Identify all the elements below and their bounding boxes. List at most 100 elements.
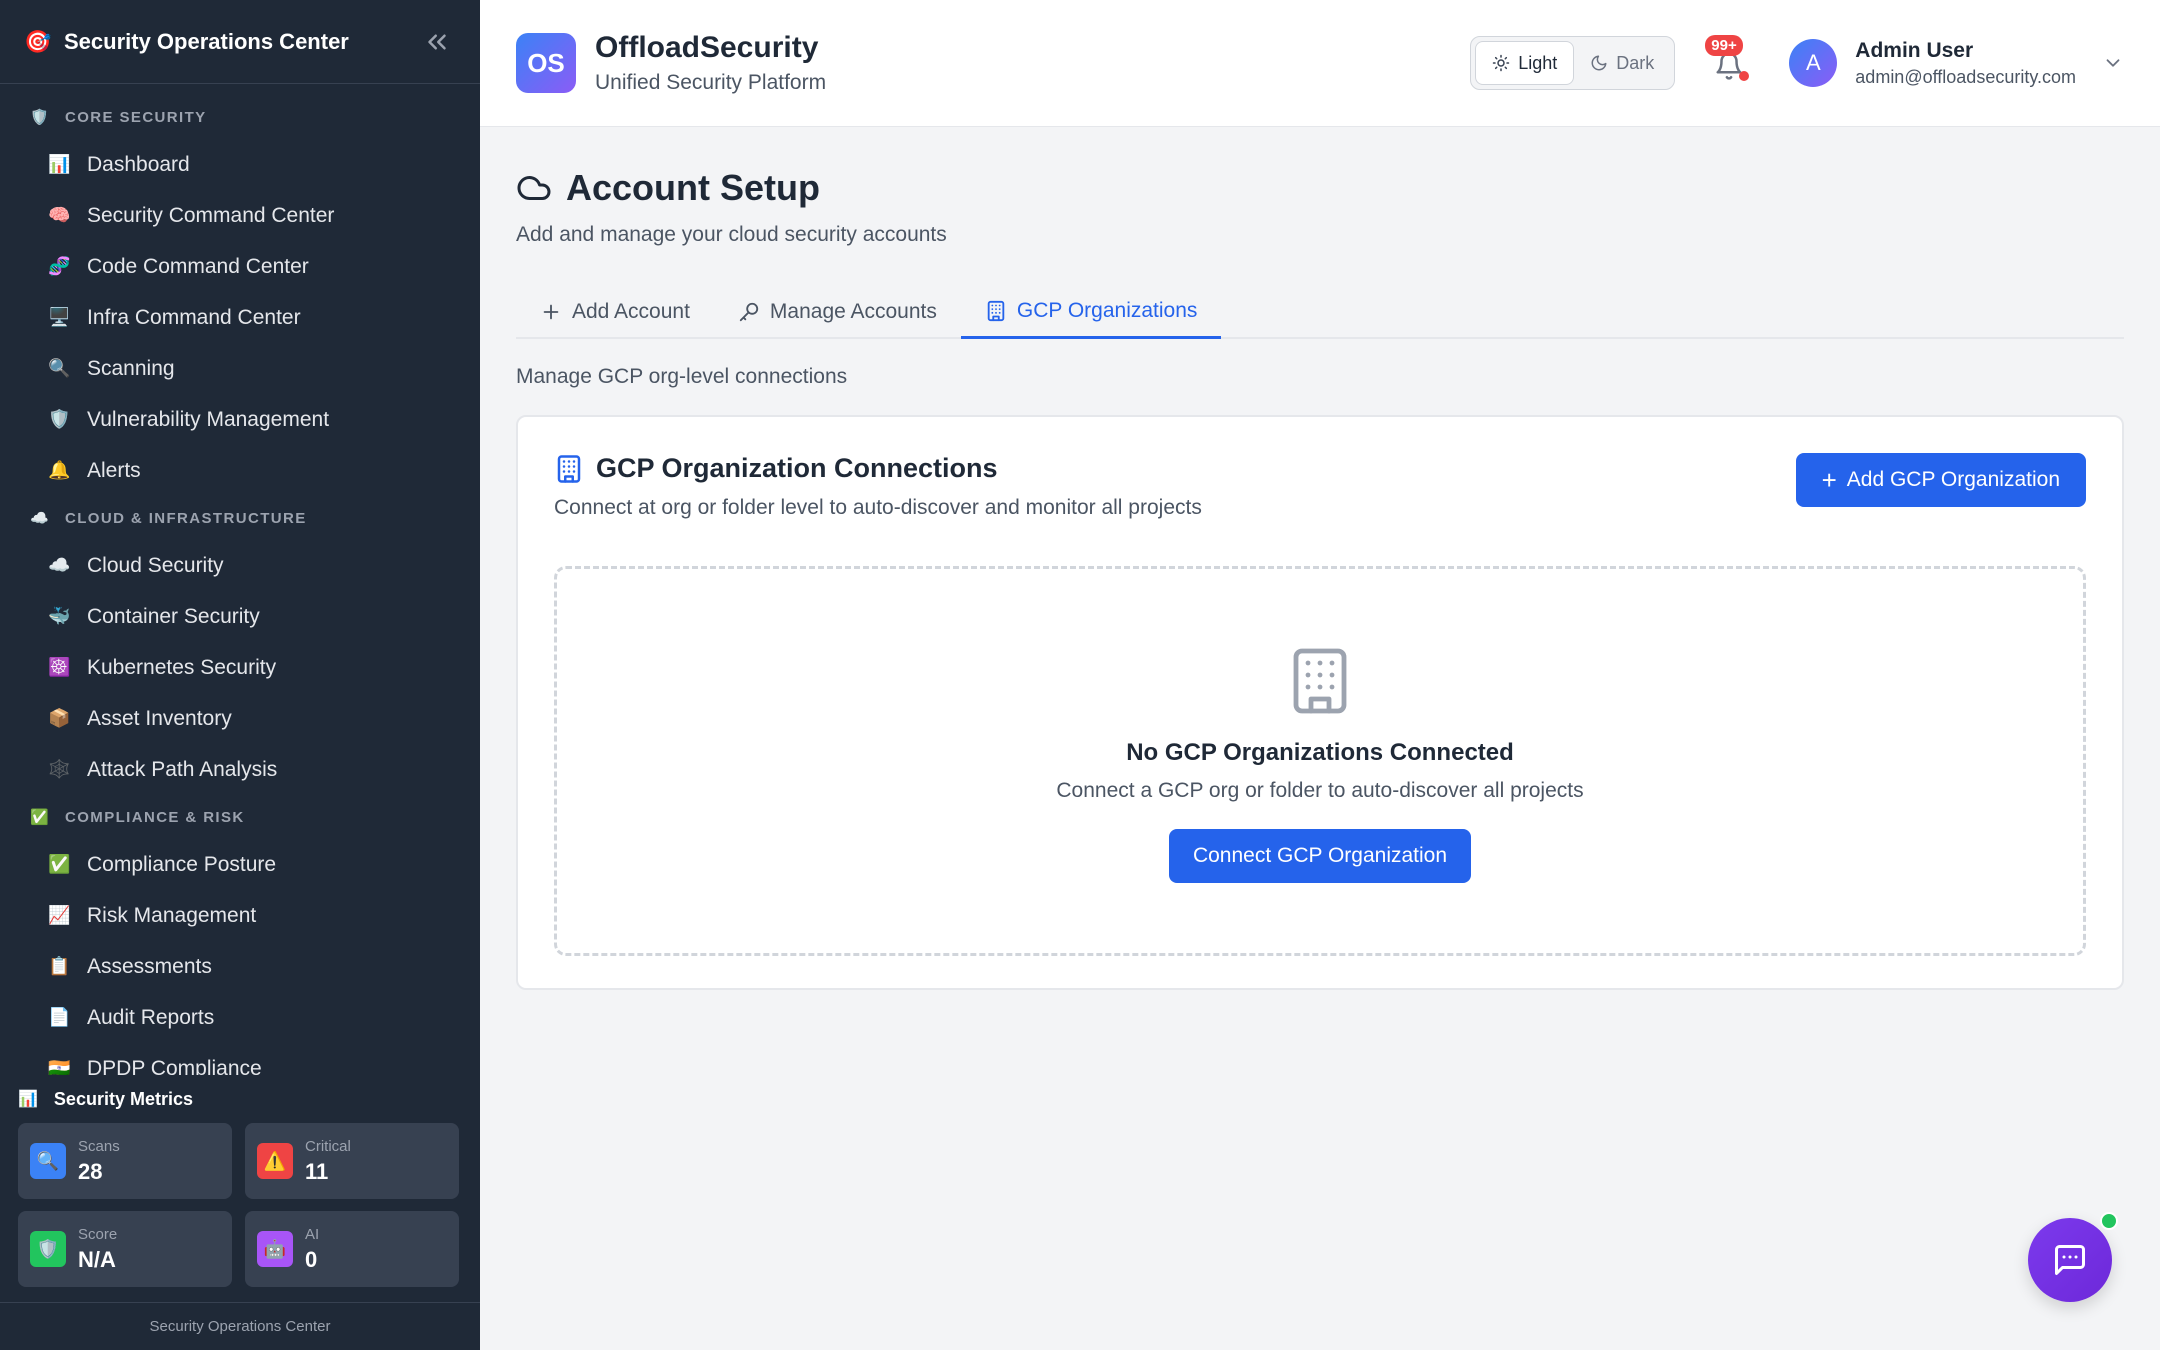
sidebar-item-compliance-posture[interactable]: ✅ Compliance Posture <box>0 839 480 890</box>
sun-icon <box>1492 54 1510 72</box>
metric-value: 0 <box>305 1246 318 1272</box>
metric-label: Score <box>78 1225 118 1243</box>
sidebar-item-infra-command-center[interactable]: 🖥️ Infra Command Center <box>0 292 480 343</box>
sidebar-header: 🎯 Security Operations Center <box>0 0 480 84</box>
tab-add-account[interactable]: Add Account <box>516 285 714 339</box>
sidebar-item-label: Assessments <box>87 954 212 978</box>
connect-gcp-organization-button[interactable]: Connect GCP Organization <box>1168 829 1472 883</box>
online-indicator <box>2100 1212 2118 1230</box>
page-title: Account Setup <box>516 167 2124 209</box>
theme-toggle: Light Dark <box>1470 36 1676 90</box>
sidebar-item-security-command-center[interactable]: 🧠 Security Command Center <box>0 190 480 241</box>
section-header: ✅ COMPLIANCE & RISK <box>0 807 480 827</box>
helm-wheel-icon: ☸️ <box>48 657 71 677</box>
check-icon: ✅ <box>30 809 51 826</box>
user-menu[interactable]: A Admin User admin@offloadsecurity.com <box>1789 39 2124 88</box>
topbar: OS OffloadSecurity Unified Security Plat… <box>480 0 2160 127</box>
shield-icon: 🛡️ <box>30 109 51 126</box>
user-email: admin@offloadsecurity.com <box>1855 66 2076 87</box>
sidebar-nav: 🛡️ CORE SECURITY 📊 Dashboard 🧠 Security Co… <box>0 85 480 1076</box>
metric-value: 11 <box>305 1158 329 1184</box>
sidebar-item-alerts[interactable]: 🔔 Alerts <box>0 445 480 496</box>
sidebar-item-dpdp-compliance[interactable]: 🇮🇳 DPDP Compliance <box>0 1043 480 1076</box>
sidebar-item-scanning[interactable]: 🔍 Scanning <box>0 343 480 394</box>
tabs: Add Account Manage Accounts GCP Organiza… <box>516 285 2124 339</box>
card-subtitle: Connect at org or folder level to auto-d… <box>554 496 1202 519</box>
sidebar-item-label: Attack Path Analysis <box>87 757 278 781</box>
nav-section-compliance-risk: ✅ COMPLIANCE & RISK ✅ Compliance Posture … <box>0 807 480 1076</box>
metric-scans: 🔍 Scans 28 <box>18 1123 232 1199</box>
metric-label: Scans <box>78 1137 120 1155</box>
moon-icon <box>1591 55 1607 71</box>
chat-icon <box>2055 1245 2085 1275</box>
add-gcp-organization-button[interactable]: + Add GCP Organization <box>1795 453 2086 507</box>
main-content: Account Setup Add and manage your cloud … <box>516 127 2124 990</box>
sidebar-item-dashboard[interactable]: 📊 Dashboard <box>0 139 480 190</box>
section-header: ☁️ CLOUD & INFRASTRUCTURE <box>0 508 480 528</box>
brand-logo: OS <box>516 33 576 93</box>
sidebar: 🎯 Security Operations Center 🛡️ CORE SEC… <box>0 0 480 1350</box>
user-name: Admin User <box>1855 38 1974 62</box>
check-icon: ✅ <box>48 854 71 874</box>
tab-description: Manage GCP org-level connections <box>516 365 848 388</box>
collapse-sidebar-icon[interactable] <box>422 27 452 57</box>
sidebar-item-label: Security Command Center <box>87 203 335 227</box>
chat-button[interactable] <box>2028 1212 2118 1302</box>
web-icon: 🕸️ <box>48 759 71 779</box>
theme-dark-label: Dark <box>1616 52 1655 73</box>
monitor-icon: 🖥️ <box>48 307 71 327</box>
page-subtitle: Add and manage your cloud security accou… <box>516 223 947 246</box>
metrics-title: 📊 Security Metrics <box>18 1075 462 1123</box>
metric-critical: ⚠️ Critical 11 <box>245 1123 459 1199</box>
notifications-badge: 99+ <box>1705 35 1743 56</box>
sidebar-item-container-security[interactable]: 🐳 Container Security <box>0 591 480 642</box>
shield-icon: 🛡️ <box>30 1231 66 1267</box>
notification-dot <box>1739 71 1750 81</box>
section-label: CLOUD & INFRASTRUCTURE <box>65 509 307 527</box>
empty-state: No GCP Organizations Connected Connect a… <box>554 566 2086 956</box>
sidebar-item-audit-reports[interactable]: 📄 Audit Reports <box>0 992 480 1043</box>
shield-icon: 🛡️ <box>48 409 71 429</box>
tab-label: GCP Organizations <box>1016 298 1198 322</box>
sidebar-title: Security Operations Center <box>64 28 349 54</box>
plus-icon <box>543 304 559 320</box>
sidebar-item-asset-inventory[interactable]: 📦 Asset Inventory <box>0 693 480 744</box>
sidebar-item-vulnerability-management[interactable]: 🛡️ Vulnerability Management <box>0 394 480 445</box>
dna-icon: 🧬 <box>48 256 71 276</box>
sidebar-item-assessments[interactable]: 📋 Assessments <box>0 941 480 992</box>
sidebar-item-label: Vulnerability Management <box>87 407 330 431</box>
sidebar-item-attack-path-analysis[interactable]: 🕸️ Attack Path Analysis <box>0 744 480 795</box>
metric-score: 🛡️ Score N/A <box>18 1211 232 1287</box>
whale-icon: 🐳 <box>48 606 71 626</box>
sidebar-item-risk-management[interactable]: 📈 Risk Management <box>0 890 480 941</box>
building-icon <box>1293 648 1347 714</box>
nav-section-core-security: 🛡️ CORE SECURITY 📊 Dashboard 🧠 Security Co… <box>0 107 480 496</box>
robot-icon: 🤖 <box>257 1231 293 1267</box>
sidebar-item-label: Alerts <box>87 458 141 482</box>
theme-light-label: Light <box>1518 52 1558 73</box>
empty-state-subtitle: Connect a GCP org or folder to auto-disc… <box>1056 779 1584 802</box>
sidebar-item-label: Dashboard <box>87 152 190 176</box>
card-title: GCP Organization Connections <box>596 453 998 483</box>
empty-state-title: No GCP Organizations Connected <box>1126 739 1514 766</box>
bell-icon: 🔔 <box>48 460 71 480</box>
clipboard-icon: 📋 <box>48 956 71 976</box>
tab-gcp-organizations[interactable]: GCP Organizations <box>960 285 1222 339</box>
notifications-button[interactable]: 99+ <box>1705 35 1750 83</box>
tab-label: Manage Accounts <box>769 300 937 323</box>
warning-icon: ⚠️ <box>257 1143 293 1179</box>
sidebar-item-cloud-security[interactable]: ☁️ Cloud Security <box>0 540 480 591</box>
sidebar-item-label: Scanning <box>87 356 175 380</box>
brand-name: OffloadSecurity <box>595 31 819 64</box>
theme-light-button[interactable]: Light <box>1475 41 1575 85</box>
sidebar-item-label: Kubernetes Security <box>87 655 277 679</box>
brain-icon: 🧠 <box>48 205 71 225</box>
sidebar-item-label: Risk Management <box>87 903 257 927</box>
sidebar-item-code-command-center[interactable]: 🧬 Code Command Center <box>0 241 480 292</box>
tab-manage-accounts[interactable]: Manage Accounts <box>714 285 961 339</box>
sidebar-item-label: Audit Reports <box>87 1005 215 1029</box>
theme-dark-button[interactable]: Dark <box>1574 41 1670 85</box>
sidebar-item-kubernetes-security[interactable]: ☸️ Kubernetes Security <box>0 642 480 693</box>
page-title-text: Account Setup <box>566 167 821 208</box>
metrics-title-label: Security Metrics <box>53 1088 193 1109</box>
